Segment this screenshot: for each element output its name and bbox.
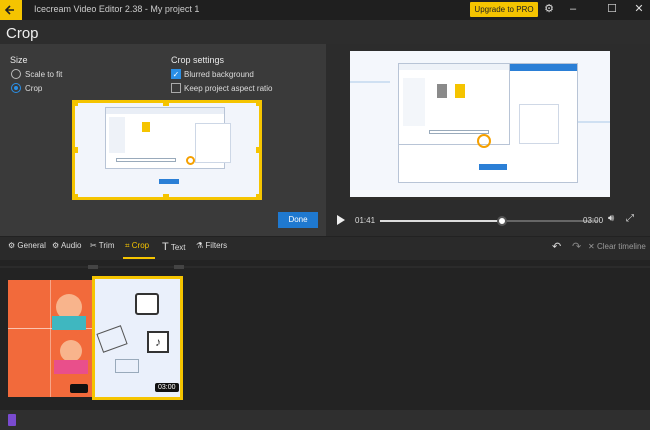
undo-icon[interactable]: ↶ xyxy=(552,240,561,253)
clear-timeline-label: Clear timeline xyxy=(596,242,646,251)
redo-icon[interactable]: ↷ xyxy=(572,240,581,253)
scale-to-fit-radio[interactable] xyxy=(11,69,21,79)
clear-timeline-button[interactable]: ✕ Clear timeline xyxy=(588,242,646,251)
crop-handle[interactable] xyxy=(256,147,262,153)
tab-label: Crop xyxy=(131,241,150,250)
tab-general[interactable]: ⚙ General xyxy=(8,241,46,250)
timeline-ruler xyxy=(0,265,650,269)
clip-duration-badge: 03:00 xyxy=(155,383,179,392)
duration: 03:00 xyxy=(583,216,604,225)
audio-marker[interactable] xyxy=(8,414,16,426)
tab-label: Audio xyxy=(60,241,82,250)
tab-label: General xyxy=(17,241,46,250)
scale-to-fit-label[interactable]: Scale to fit xyxy=(25,70,62,79)
crop-handle[interactable] xyxy=(72,100,78,106)
blurred-background-label[interactable]: Blurred background xyxy=(184,70,254,79)
tab-label: Filters xyxy=(205,241,228,250)
crop-handle[interactable] xyxy=(72,147,78,153)
crop-settings-heading: Crop settings xyxy=(171,55,225,65)
close-icon: ✕ xyxy=(588,242,595,251)
upgrade-button[interactable]: Upgrade to PRO xyxy=(470,2,538,17)
page-title: Crop xyxy=(6,25,39,42)
video-preview xyxy=(350,51,610,197)
gear-icon: ⚙ xyxy=(8,241,16,250)
audio-track[interactable] xyxy=(0,410,650,430)
keep-aspect-label[interactable]: Keep project aspect ratio xyxy=(184,84,273,93)
audio-icon: ⚙ xyxy=(52,241,60,250)
tab-crop[interactable]: ⌗ Crop xyxy=(125,241,149,251)
crop-label[interactable]: Crop xyxy=(25,84,42,93)
tab-audio[interactable]: ⚙ Audio xyxy=(52,241,81,250)
hand-illustration xyxy=(96,325,128,353)
size-heading: Size xyxy=(10,55,28,65)
keep-aspect-checkbox[interactable] xyxy=(171,83,181,93)
filters-icon: ⚗ xyxy=(196,241,204,250)
preview-dialog xyxy=(398,63,510,148)
crop-radio[interactable] xyxy=(11,83,21,93)
done-button[interactable]: Done xyxy=(278,212,318,228)
blurred-background-checkbox[interactable]: ✓ xyxy=(171,69,181,79)
tab-label: Trim xyxy=(98,241,115,250)
timeline-clip-selected[interactable]: ♪ 03:00 xyxy=(92,276,183,400)
seek-track[interactable] xyxy=(380,216,598,226)
crop-handle[interactable] xyxy=(163,100,169,106)
person-thumbnail xyxy=(60,340,82,362)
crop-handle[interactable] xyxy=(256,194,262,200)
music-icon: ♪ xyxy=(147,331,169,353)
tab-trim[interactable]: ✂ Trim xyxy=(90,241,114,250)
tab-label: Text xyxy=(170,243,186,252)
crop-handle[interactable] xyxy=(256,100,262,106)
timeline-clip[interactable] xyxy=(8,280,92,397)
scissors-icon: ✂ xyxy=(90,241,97,250)
fullscreen-icon[interactable]: ⤢ xyxy=(626,213,634,224)
close-button[interactable]: ✕ xyxy=(628,0,650,20)
current-time: 01:41 xyxy=(355,216,376,225)
crop-preview[interactable] xyxy=(72,100,262,200)
volume-icon[interactable]: 🔊︎ xyxy=(608,213,614,224)
crop-handle[interactable] xyxy=(72,194,78,200)
minimize-button[interactable]: – xyxy=(562,0,584,20)
play-button[interactable] xyxy=(336,214,346,229)
seek-progress xyxy=(380,220,503,222)
app-title: Icecream Video Editor 2.38 - My project … xyxy=(34,4,200,14)
back-button[interactable] xyxy=(0,0,22,20)
active-tab-indicator xyxy=(123,257,155,259)
arrow-left-icon xyxy=(4,5,14,15)
play-icon xyxy=(337,215,345,225)
settings-icon[interactable]: ⚙ xyxy=(538,0,560,20)
chat-icon xyxy=(135,293,159,315)
maximize-button[interactable]: ☐ xyxy=(601,0,623,20)
tab-text[interactable]: T Text xyxy=(162,241,185,253)
clip-duration-badge xyxy=(70,384,88,393)
text-icon: T xyxy=(162,241,169,253)
tab-filters[interactable]: ⚗ Filters xyxy=(196,241,227,250)
card-illustration xyxy=(115,359,139,373)
page-header xyxy=(0,20,650,44)
crop-handle[interactable] xyxy=(163,194,169,200)
crop-icon: ⌗ xyxy=(125,241,130,250)
